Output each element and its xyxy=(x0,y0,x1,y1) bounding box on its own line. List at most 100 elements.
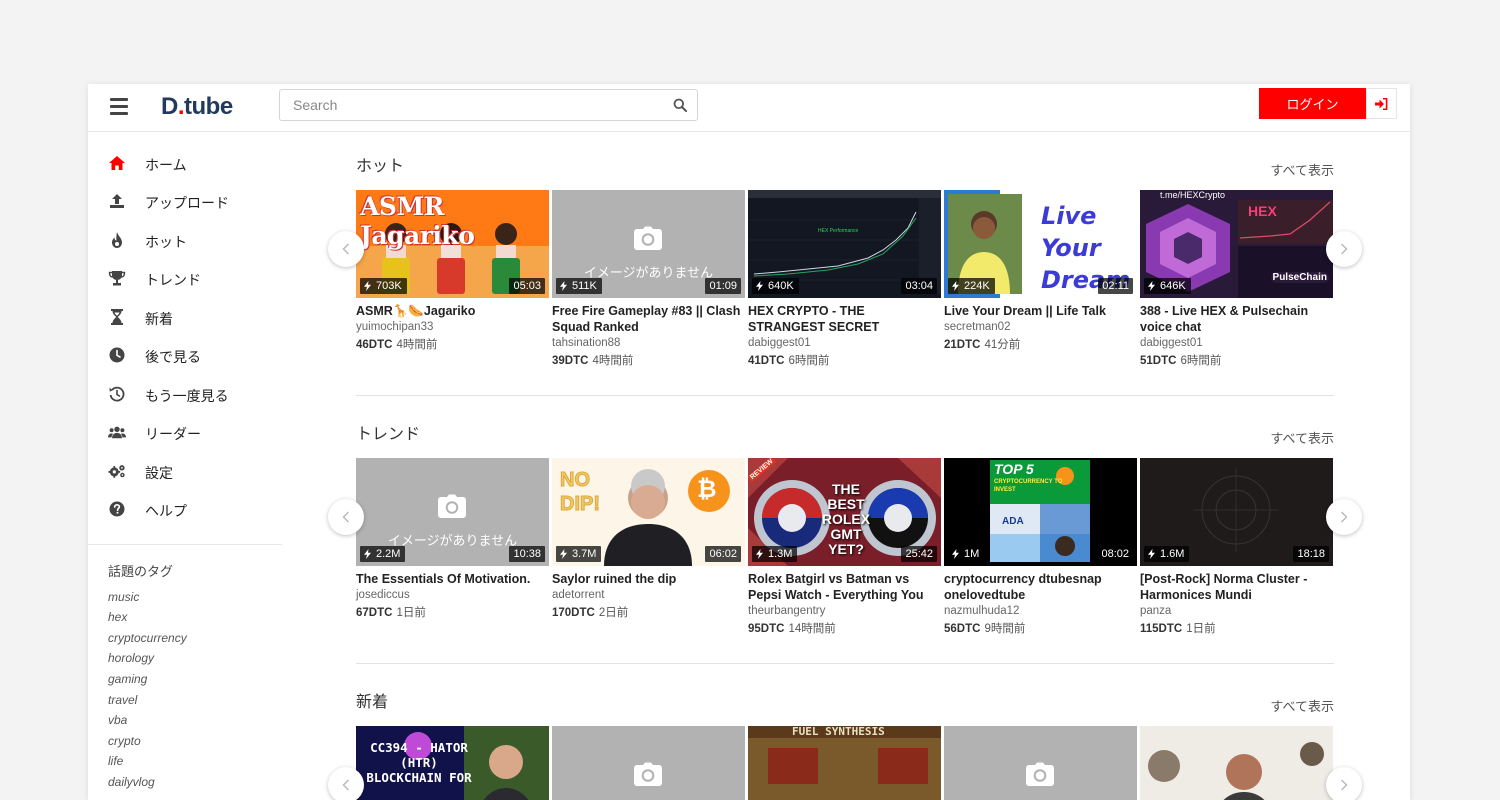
video-thumbnail[interactable]: イメージがありません 511K 01:09 xyxy=(552,190,745,298)
video-card[interactable]: Live Your Dream 224K 02:11 Live Your Dre… xyxy=(944,190,1137,353)
video-time: 4時間前 xyxy=(592,355,634,367)
carousel-next-button[interactable] xyxy=(1326,499,1362,535)
menu-icon[interactable] xyxy=(110,98,128,115)
search-input[interactable] xyxy=(280,90,660,120)
sidebar-item-hot[interactable]: ホット xyxy=(88,223,282,257)
video-thumbnail[interactable]: THE BEST ROLEX GMT YET? REVIEW 1.3M 25:4… xyxy=(748,458,941,566)
tag-link[interactable]: gaming xyxy=(108,672,147,686)
video-title[interactable]: 388 - Live HEX & Pulsechain voice chat xyxy=(1140,303,1333,335)
video-author[interactable]: theurbangentry xyxy=(748,604,941,619)
help-icon xyxy=(108,500,126,518)
section-hot: ホット すべて表示 ASMR Jagariko 703K 05:03 ASMR🦒… xyxy=(328,152,1362,400)
tag-link[interactable]: travel xyxy=(108,693,137,707)
video-card[interactable] xyxy=(944,726,1137,800)
video-author[interactable]: panza xyxy=(1140,604,1333,619)
video-author[interactable]: dabiggest01 xyxy=(1140,336,1333,351)
tag-link[interactable]: life xyxy=(108,754,123,768)
video-title[interactable]: Rolex Batgirl vs Batman vs Pepsi Watch -… xyxy=(748,571,941,603)
video-thumbnail[interactable]: TOP 5 CRYPTOCURRENCY TO INVEST ADA 1M 08… xyxy=(944,458,1137,566)
video-dtc: 41DTC xyxy=(748,355,785,367)
video-author[interactable]: secretman02 xyxy=(944,320,1137,335)
video-thumbnail[interactable]: ASMR Jagariko 703K 05:03 xyxy=(356,190,549,298)
duration-badge: 01:09 xyxy=(705,278,741,294)
carousel-prev-button[interactable] xyxy=(328,767,364,800)
carousel-prev-button[interactable] xyxy=(328,231,364,267)
login-button[interactable]: ログイン xyxy=(1259,88,1366,119)
video-time: 9時間前 xyxy=(984,623,1026,635)
video-meta: 51DTC 6時間前 xyxy=(1140,354,1333,369)
tag-link[interactable]: dailyvlog xyxy=(108,775,155,789)
video-dtc: 56DTC xyxy=(944,623,981,635)
video-thumbnail[interactable] xyxy=(944,726,1137,800)
video-card[interactable] xyxy=(552,726,745,800)
video-thumbnail[interactable]: Live Your Dream 224K 02:11 xyxy=(944,190,1137,298)
sidebar-item-history[interactable]: もう一度見る xyxy=(88,377,282,411)
thumbnail-overlay-text: NO DIP! xyxy=(560,469,601,516)
video-author[interactable]: yuimochipan33 xyxy=(356,320,549,335)
video-title[interactable]: The Essentials Of Motivation. xyxy=(356,571,549,587)
video-card[interactable]: FUEL SYNTHESIS xyxy=(748,726,941,800)
video-title[interactable]: Live Your Dream || Life Talk xyxy=(944,303,1137,319)
carousel-next-button[interactable] xyxy=(1326,231,1362,267)
video-author[interactable]: tahsination88 xyxy=(552,336,745,351)
tag-link[interactable]: cryptocurrency xyxy=(108,631,187,645)
video-card[interactable]: t.me/HEXCrypto HEX PulseChain 646K 388 -… xyxy=(1140,190,1333,369)
section-new: 新着 すべて表示 CC394 - HATOR (HTR) BLOCKCHAIN … xyxy=(328,688,1362,800)
video-author[interactable]: josediccus xyxy=(356,588,549,603)
sidebar-item-trending[interactable]: トレンド xyxy=(88,261,282,295)
video-thumbnail[interactable]: NO DIP! ₿ 3.7M 06:02 xyxy=(552,458,745,566)
sidebar-item-leaders[interactable]: リーダー xyxy=(88,415,282,449)
video-thumbnail[interactable]: CC394 - HATOR (HTR) BLOCKCHAIN FOR xyxy=(356,726,549,800)
sidebar-item-help[interactable]: ヘルプ xyxy=(88,492,282,526)
video-title[interactable]: ASMR🦒🌭Jagariko xyxy=(356,303,549,319)
sidebar-item-home[interactable]: ホーム xyxy=(88,146,282,180)
carousel-prev-button[interactable] xyxy=(328,499,364,535)
video-thumbnail[interactable]: HEX Performance 640K 03:04 xyxy=(748,190,941,298)
video-title[interactable]: HEX CRYPTO - THE STRANGEST SECRET xyxy=(748,303,941,335)
video-thumbnail[interactable]: イメージがありません 2.2M 10:38 xyxy=(356,458,549,566)
video-card[interactable]: TOP 5 CRYPTOCURRENCY TO INVEST ADA 1M 08… xyxy=(944,458,1137,637)
view-all-link[interactable]: すべて表示 xyxy=(1270,160,1334,179)
video-author[interactable]: adetorrent xyxy=(552,588,745,603)
video-card[interactable]: イメージがありません 511K 01:09 Free Fire Gameplay… xyxy=(552,190,745,369)
video-card[interactable]: HEX Performance 640K 03:04 HEX CRYPTO - … xyxy=(748,190,941,369)
views-badge: 703K xyxy=(360,278,407,294)
video-card[interactable]: ASMR Jagariko 703K 05:03 ASMR🦒🌭Jagariko … xyxy=(356,190,549,353)
sidebar-item-new[interactable]: 新着 xyxy=(88,300,282,334)
video-thumbnail[interactable]: 1.6M 18:18 xyxy=(1140,458,1333,566)
tag-link[interactable]: horology xyxy=(108,651,154,665)
tag-link[interactable]: hex xyxy=(108,610,127,624)
video-card[interactable] xyxy=(1140,726,1333,800)
sidebar-item-upload[interactable]: アップロード xyxy=(88,184,282,218)
video-title[interactable]: Free Fire Gameplay #83 || Clash Squad Ra… xyxy=(552,303,745,335)
view-all-link[interactable]: すべて表示 xyxy=(1270,696,1334,715)
video-card[interactable]: NO DIP! ₿ 3.7M 06:02 Saylor ruined the d… xyxy=(552,458,745,621)
tag-link[interactable]: vba xyxy=(108,713,127,727)
video-title[interactable]: cryptocurrency dtubesnap onelovedtube xyxy=(944,571,1137,603)
tag-link[interactable]: music xyxy=(108,590,139,604)
video-author[interactable]: dabiggest01 xyxy=(748,336,941,351)
video-time: 14時間前 xyxy=(788,623,836,635)
view-all-link[interactable]: すべて表示 xyxy=(1270,428,1334,447)
video-dtc: 95DTC xyxy=(748,623,785,635)
views-badge: 511K xyxy=(556,278,602,294)
sidebar-item-watch-later[interactable]: 後で見る xyxy=(88,338,282,372)
video-card[interactable]: CC394 - HATOR (HTR) BLOCKCHAIN FOR xyxy=(356,726,549,800)
video-title[interactable]: Saylor ruined the dip xyxy=(552,571,745,587)
dtube-logo[interactable]: D.tube xyxy=(161,93,233,121)
video-thumbnail[interactable]: FUEL SYNTHESIS xyxy=(748,726,941,800)
search-icon[interactable] xyxy=(673,98,687,112)
video-card[interactable]: 1.6M 18:18 [Post-Rock] Norma Cluster - H… xyxy=(1140,458,1333,637)
video-thumbnail[interactable] xyxy=(552,726,745,800)
video-card[interactable]: イメージがありません 2.2M 10:38 The Essentials Of … xyxy=(356,458,549,621)
tag-link[interactable]: crypto xyxy=(108,734,141,748)
login-icon-button[interactable] xyxy=(1366,88,1397,119)
video-card[interactable]: THE BEST ROLEX GMT YET? REVIEW 1.3M 25:4… xyxy=(748,458,941,637)
video-author[interactable]: nazmulhuda12 xyxy=(944,604,1137,619)
video-thumbnail[interactable] xyxy=(1140,726,1333,800)
video-thumbnail[interactable]: t.me/HEXCrypto HEX PulseChain 646K xyxy=(1140,190,1333,298)
video-title[interactable]: [Post-Rock] Norma Cluster - Harmonices M… xyxy=(1140,571,1333,603)
carousel-next-button[interactable] xyxy=(1326,767,1362,800)
thumbnail-overlay-text: t.me/HEXCrypto xyxy=(1160,190,1226,200)
sidebar-item-settings[interactable]: 設定 xyxy=(88,454,282,488)
